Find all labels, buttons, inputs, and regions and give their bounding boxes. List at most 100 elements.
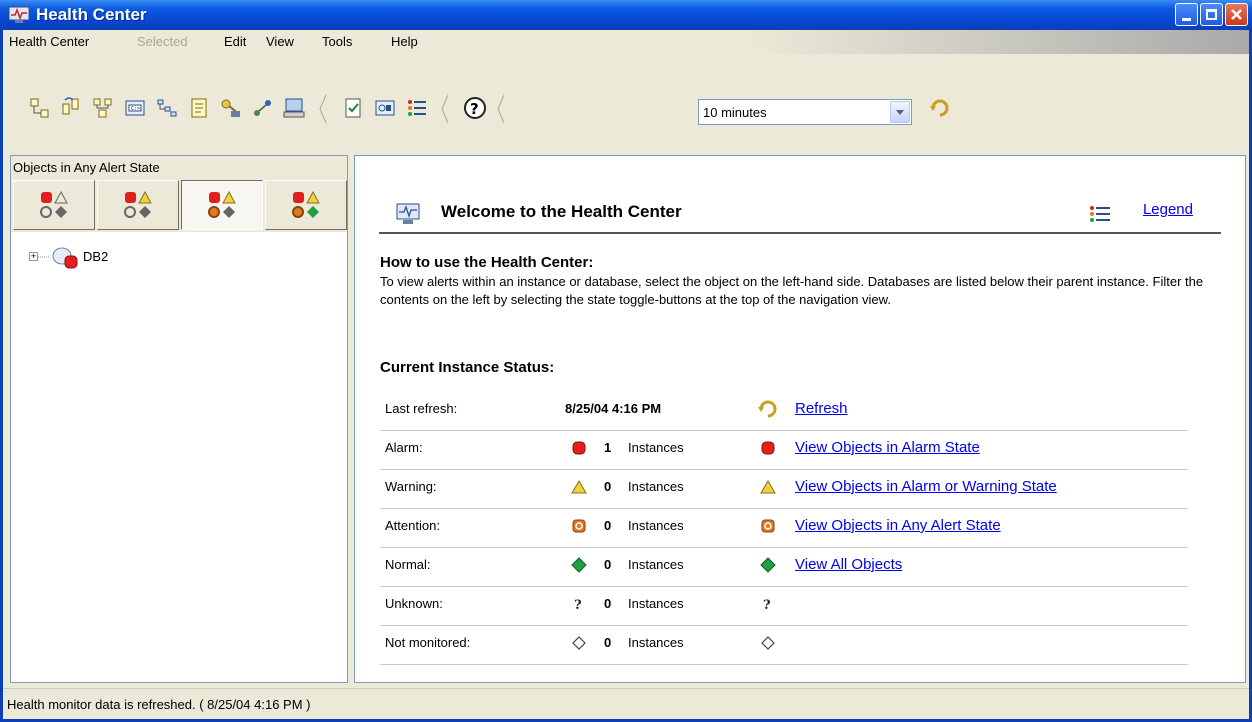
attention-icon bbox=[572, 519, 586, 533]
menu-view[interactable]: View bbox=[266, 34, 294, 49]
refresh-icon[interactable] bbox=[928, 96, 952, 120]
warning-icon bbox=[571, 480, 587, 494]
view-all-link[interactable]: View All Objects bbox=[795, 556, 902, 573]
attention-unit: Instances bbox=[628, 518, 684, 533]
row-label: Alarm: bbox=[385, 440, 423, 455]
license-center-icon[interactable] bbox=[219, 96, 243, 120]
svg-text:?: ? bbox=[470, 100, 479, 118]
filter-title: Objects in Any Alert State bbox=[13, 160, 160, 175]
tree-item-label: DB2 bbox=[83, 249, 109, 264]
normal-icon bbox=[760, 557, 776, 573]
toolbar-separator bbox=[319, 94, 327, 124]
welcome-header: Welcome to the Health Center Legend bbox=[379, 196, 1221, 234]
expand-icon[interactable]: + bbox=[29, 252, 38, 261]
unknown-icon: ? bbox=[763, 598, 771, 612]
legend-icon[interactable] bbox=[405, 96, 429, 120]
normal-icon bbox=[571, 557, 587, 573]
window-title: Health Center bbox=[36, 5, 147, 24]
network-tree-icon[interactable] bbox=[91, 96, 115, 120]
help-icon[interactable]: ? bbox=[463, 96, 487, 120]
filter-header: Objects in Any Alert State bbox=[11, 156, 347, 232]
attention-filter-icon bbox=[208, 190, 236, 218]
close-icon bbox=[1231, 9, 1242, 20]
alarm-icon bbox=[761, 441, 775, 455]
attention-count: 0 bbox=[604, 518, 612, 533]
replication-icon[interactable] bbox=[59, 96, 83, 120]
view-alarm-link[interactable]: View Objects in Alarm State bbox=[795, 439, 980, 456]
toolbar-separator bbox=[441, 94, 449, 124]
status-row-attention: Attention: 0 Instances View Objects in A… bbox=[380, 508, 1188, 548]
control-center-icon[interactable] bbox=[282, 96, 306, 120]
recommendations-icon[interactable] bbox=[373, 96, 397, 120]
health-center-app-icon bbox=[8, 6, 30, 23]
not-monitored-icon bbox=[572, 636, 586, 650]
row-label: Attention: bbox=[385, 518, 440, 533]
all-objects-filter-icon bbox=[292, 190, 320, 218]
view-attention-link[interactable]: View Objects in Any Alert State bbox=[795, 517, 1001, 534]
command-window-icon[interactable]: C:> bbox=[123, 96, 147, 120]
close-button[interactable] bbox=[1225, 3, 1248, 26]
menu-health-center[interactable]: Health Center bbox=[9, 34, 89, 49]
instance-alarm-icon bbox=[52, 247, 78, 269]
status-row-not-monitored: Not monitored: 0 Instances bbox=[380, 625, 1188, 665]
object-tree-icon[interactable] bbox=[28, 96, 52, 120]
task-flow-icon[interactable] bbox=[155, 96, 179, 120]
unknown-unit: Instances bbox=[628, 596, 684, 611]
alarm-unit: Instances bbox=[628, 440, 684, 455]
maximize-button[interactable] bbox=[1200, 3, 1223, 26]
refresh-interval-value: 10 minutes bbox=[703, 105, 767, 120]
status-title: Current Instance Status: bbox=[380, 359, 555, 376]
alarm-count: 1 bbox=[604, 440, 612, 455]
health-center-window: Health Center Health Center Selected Edi… bbox=[0, 0, 1252, 722]
svg-text:?: ? bbox=[574, 598, 582, 612]
acknowledge-icon[interactable] bbox=[341, 96, 365, 120]
row-label: Not monitored: bbox=[385, 635, 471, 650]
filter-all-button[interactable] bbox=[265, 180, 347, 230]
status-row-unknown: Unknown: ? 0 Instances ? bbox=[380, 586, 1188, 626]
refresh-interval-select[interactable]: 10 minutes bbox=[698, 99, 912, 125]
toolbar: C:> ? 10 minutes bbox=[3, 54, 1249, 154]
health-center-icon bbox=[396, 203, 420, 224]
refresh-link[interactable]: Refresh bbox=[795, 400, 848, 417]
menu-bar: Health Center Selected Edit View Tools H… bbox=[3, 30, 1249, 54]
alarm-icon bbox=[572, 441, 586, 455]
menu-help[interactable]: Help bbox=[391, 34, 418, 49]
refresh-icon bbox=[758, 400, 777, 418]
journal-icon[interactable] bbox=[187, 96, 211, 120]
title-bar[interactable]: Health Center bbox=[0, 0, 1252, 30]
menu-edit[interactable]: Edit bbox=[224, 34, 246, 49]
minimize-button[interactable] bbox=[1175, 3, 1198, 26]
warning-count: 0 bbox=[604, 479, 612, 494]
howto-text: To view alerts within an instance or dat… bbox=[380, 274, 1204, 307]
menu-tools[interactable]: Tools bbox=[322, 34, 352, 49]
howto-title: How to use the Health Center: bbox=[380, 254, 594, 271]
status-bar: Health monitor data is refreshed. ( 8/25… bbox=[3, 688, 1249, 719]
satellite-admin-icon[interactable] bbox=[251, 96, 275, 120]
navigation-pane: Objects in Any Alert State + DB2 bbox=[10, 155, 348, 683]
svg-text:?: ? bbox=[763, 598, 771, 612]
normal-unit: Instances bbox=[628, 557, 684, 572]
detail-pane: Welcome to the Health Center Legend How … bbox=[354, 155, 1246, 683]
row-label: Unknown: bbox=[385, 596, 443, 611]
filter-warning-button[interactable] bbox=[97, 180, 179, 230]
svg-text:C:>: C:> bbox=[131, 106, 140, 112]
filter-alarm-button[interactable] bbox=[13, 180, 95, 230]
status-bar-text: Health monitor data is refreshed. ( 8/25… bbox=[7, 697, 311, 712]
status-row-alarm: Alarm: 1 Instances View Objects in Alarm… bbox=[380, 430, 1188, 470]
menu-selected[interactable]: Selected bbox=[137, 34, 188, 49]
filter-attention-button[interactable] bbox=[181, 180, 263, 230]
warning-filter-icon bbox=[124, 190, 152, 218]
legend-link[interactable]: Legend bbox=[1143, 201, 1193, 218]
warning-unit: Instances bbox=[628, 479, 684, 494]
unknown-count: 0 bbox=[604, 596, 612, 611]
unknown-icon: ? bbox=[574, 598, 582, 612]
attention-icon bbox=[761, 519, 775, 533]
view-warning-link[interactable]: View Objects in Alarm or Warning State bbox=[795, 478, 1057, 495]
last-refresh-value: 8/25/04 4:16 PM bbox=[565, 401, 662, 416]
status-row-normal: Normal: 0 Instances View All Objects bbox=[380, 547, 1188, 587]
chevron-down-icon[interactable] bbox=[890, 101, 910, 123]
row-label: Last refresh: bbox=[385, 401, 458, 416]
not-monitored-count: 0 bbox=[604, 635, 612, 650]
welcome-title: Welcome to the Health Center bbox=[441, 202, 682, 221]
tree-connector bbox=[38, 256, 50, 258]
